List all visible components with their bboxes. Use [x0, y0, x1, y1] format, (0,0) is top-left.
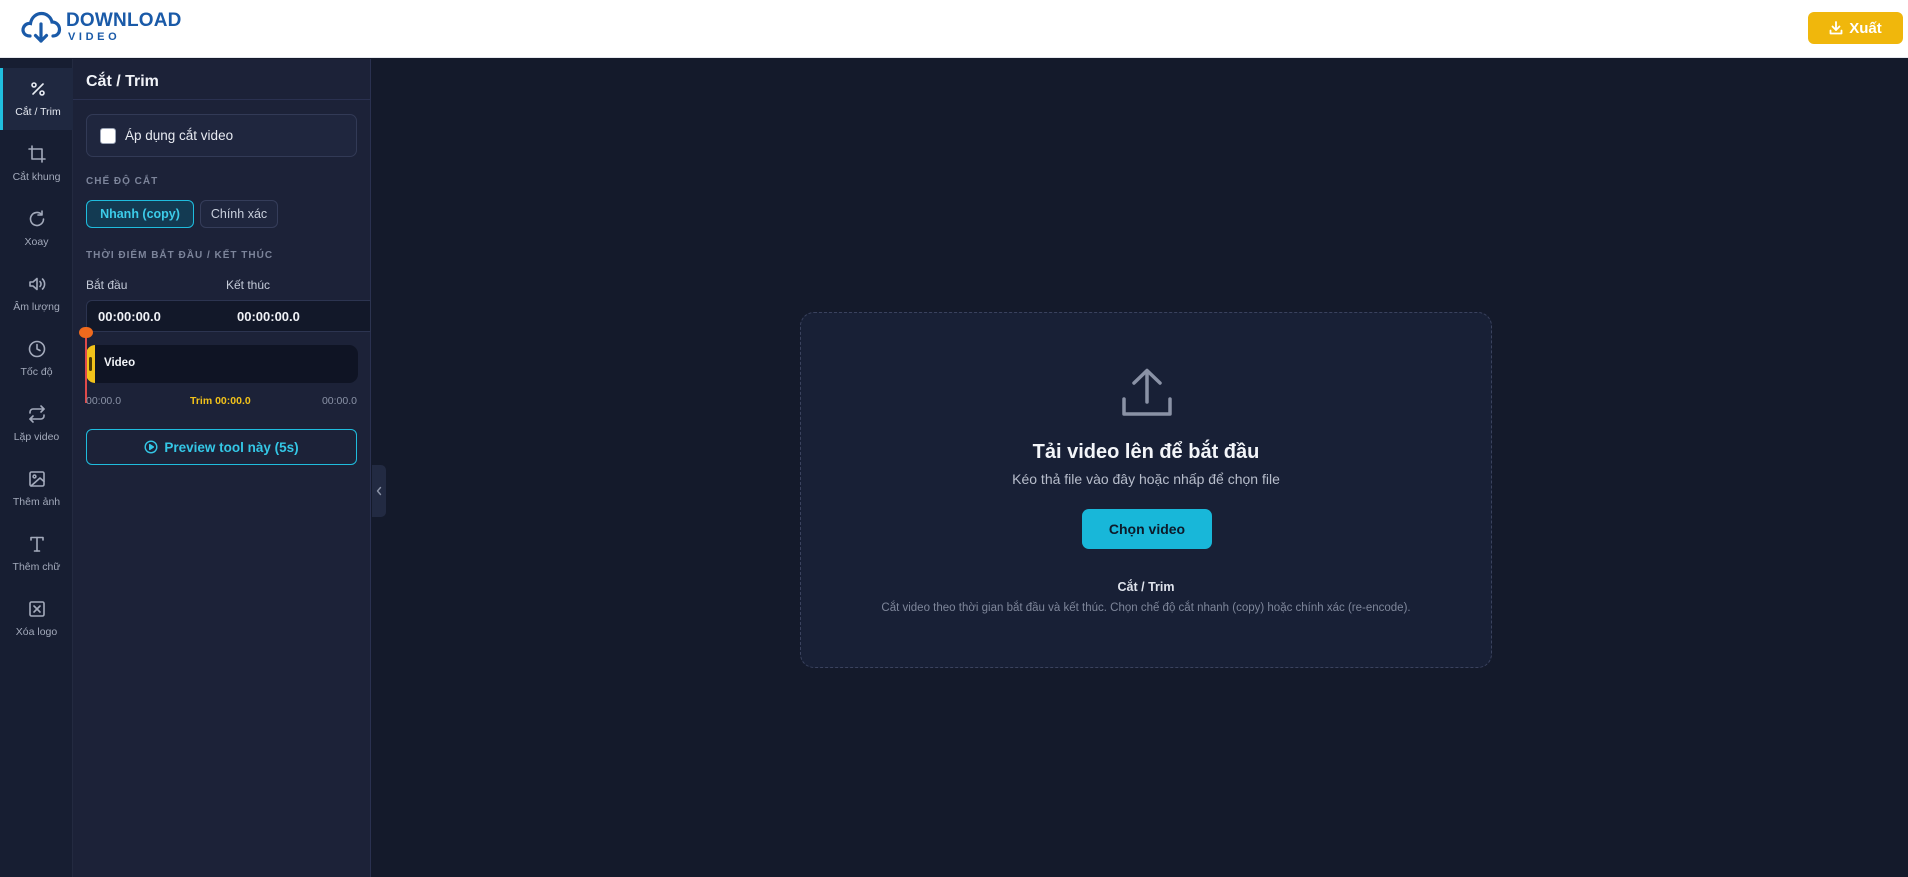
- upload-dropzone[interactable]: Tải video lên để bắt đầu Kéo thả file và…: [800, 312, 1492, 668]
- remove-box-icon: [28, 601, 45, 617]
- sidebar-item-label: Thêm chữ: [12, 561, 61, 573]
- text-icon: [29, 536, 44, 552]
- chevron-left-icon: [376, 486, 382, 496]
- preview-label: Preview tool này (5s): [164, 439, 299, 455]
- logo-text-bottom: VIDEO: [68, 31, 121, 43]
- apply-trim-label: Áp dụng cắt video: [125, 128, 234, 143]
- apply-trim-checkbox[interactable]: [100, 127, 116, 144]
- sidebar-item-label: Xoay: [24, 236, 49, 248]
- playhead-handle[interactable]: [79, 327, 93, 338]
- sidebar-item-label: Xóa logo: [15, 626, 58, 638]
- panel-title: Cắt / Trim: [86, 73, 159, 90]
- mode-fast-button[interactable]: Nhanh (copy): [86, 200, 194, 228]
- sidebar-item-rotate[interactable]: Xoay: [0, 198, 73, 260]
- sidebar-item-crop[interactable]: Cắt khung: [0, 133, 73, 195]
- mode-exact-button[interactable]: Chính xác: [200, 200, 278, 228]
- sidebar-item-label: Cắt / Trim: [15, 106, 61, 118]
- mode-section-label: CHẾ ĐỘ CẮT: [86, 176, 159, 187]
- download-icon: [1829, 21, 1843, 35]
- rotate-icon: [29, 210, 44, 227]
- clock-icon: [28, 340, 45, 358]
- sidebar-item-label: Thêm ảnh: [12, 496, 61, 508]
- cloud-download-icon: [21, 11, 62, 43]
- upload-subtitle: Kéo thả file vào đây hoặc nhấp để chọn f…: [1012, 471, 1280, 487]
- logo-text-top: DOWNLOAD: [66, 10, 182, 31]
- sidebar-item-label: Cắt khung: [12, 171, 61, 183]
- choose-video-button[interactable]: Chọn video: [1082, 509, 1212, 549]
- repeat-icon: [28, 405, 45, 423]
- export-button[interactable]: Xuất: [1808, 12, 1903, 44]
- trim-start-handle[interactable]: [86, 345, 95, 383]
- panel-divider: [73, 99, 371, 100]
- sidebar-item-add-text[interactable]: Thêm chữ: [0, 523, 73, 585]
- trim-panel: Cắt / Trim Áp dụng cắt video CHẾ ĐỘ CẮT …: [73, 59, 371, 877]
- upload-title: Tải video lên để bắt đầu: [1032, 441, 1260, 463]
- sidebar-item-speed[interactable]: Tốc độ: [0, 328, 73, 390]
- start-time-input[interactable]: 00:00:00.0: [86, 300, 227, 332]
- preview-button[interactable]: Preview tool này (5s): [86, 429, 357, 465]
- top-header: DOWNLOAD VIDEO Xuất: [0, 0, 1908, 58]
- end-time-input[interactable]: 00:00:00.0: [226, 300, 371, 332]
- percent-icon: [31, 82, 45, 96]
- sidebar-item-trim[interactable]: Cắt / Trim: [0, 68, 73, 130]
- sidebar-item-add-image[interactable]: Thêm ảnh: [0, 458, 73, 520]
- export-label: Xuất: [1849, 19, 1882, 37]
- crop-icon: [27, 145, 46, 163]
- sidebar-item-volume[interactable]: Âm lượng: [0, 263, 73, 325]
- tool-description: Cắt video theo thời gian bắt đầu và kết …: [881, 602, 1411, 614]
- time-section-label: THỜI ĐIỂM BẮT ĐẦU / KẾT THÚC: [86, 250, 274, 261]
- timeline-end-time: 00:00.0: [321, 395, 357, 407]
- end-time-label: Kết thúc: [226, 278, 271, 292]
- playhead[interactable]: [85, 332, 87, 403]
- timeline-track[interactable]: Video: [86, 345, 358, 383]
- sidebar-item-label: Tốc độ: [20, 366, 53, 378]
- play-circle-icon: [144, 440, 158, 454]
- start-time-label: Bắt đầu: [86, 278, 128, 292]
- tool-sidebar: Cắt / Trim Cắt khung Xoay Âm lượng Tốc đ…: [0, 59, 73, 877]
- volume-icon: [28, 277, 45, 291]
- timeline-start-time: 00:00.0: [86, 395, 122, 407]
- sidebar-item-label: Lặp video: [13, 431, 60, 443]
- image-icon: [28, 471, 45, 487]
- logo[interactable]: DOWNLOAD VIDEO: [20, 9, 182, 45]
- tool-title: Cắt / Trim: [1117, 580, 1175, 594]
- sidebar-item-loop[interactable]: Lặp video: [0, 393, 73, 455]
- track-label: Video: [104, 357, 136, 369]
- trim-duration: Trim 00:00.0: [190, 395, 251, 407]
- sidebar-item-remove-logo[interactable]: Xóa logo: [0, 588, 73, 650]
- apply-trim-toggle[interactable]: Áp dụng cắt video: [86, 114, 357, 157]
- collapse-panel-button[interactable]: [372, 465, 386, 517]
- sidebar-item-label: Âm lượng: [13, 301, 60, 313]
- upload-icon: [1122, 368, 1172, 416]
